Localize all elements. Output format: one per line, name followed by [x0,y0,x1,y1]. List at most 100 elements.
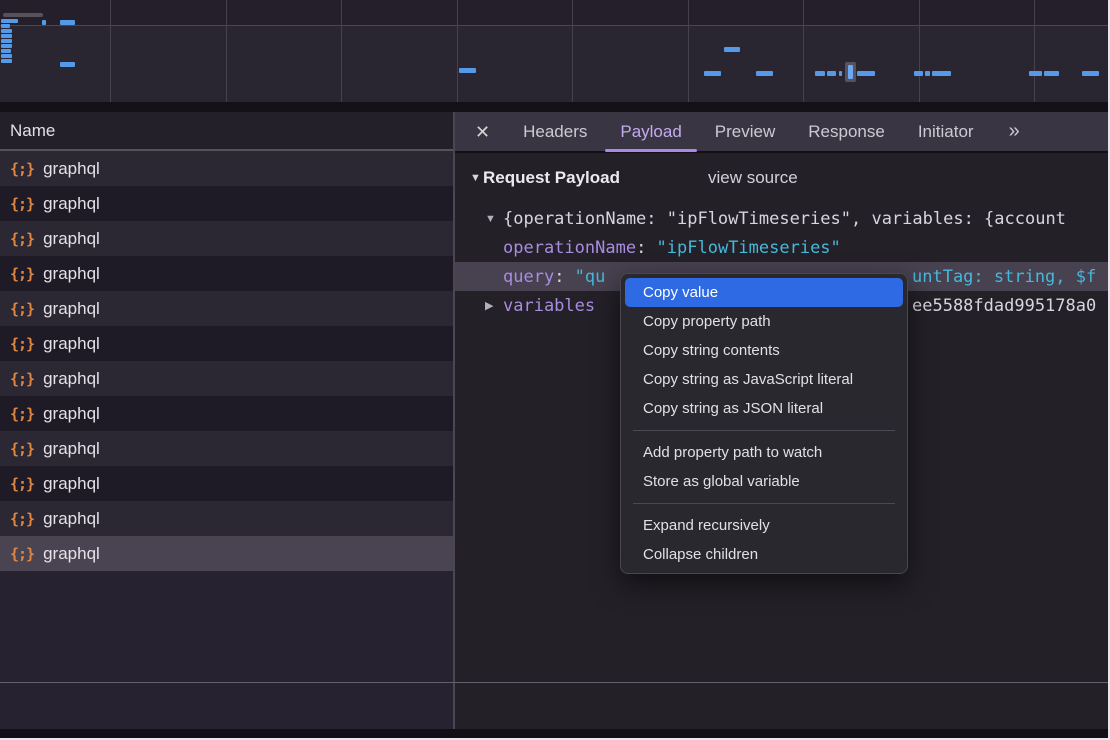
tree-row-operation-name[interactable]: operationName: "ipFlowTimeseries" [455,233,1108,262]
waterfall-bar [1,49,11,53]
root-preview-text: {operationName: "ipFlowTimeseries", vari… [503,209,1066,229]
fetch-icon: {;} [10,300,34,318]
gridline [688,0,689,102]
request-detail-panel: ✕ Headers Payload Preview Response Initiator… [455,112,1108,730]
waterfall-bar [42,20,46,25]
waterfall-bar [914,71,923,76]
context-menu: Copy valueCopy property pathCopy string … [620,273,908,574]
waterfall-bar [1,39,12,43]
fetch-icon: {;} [10,440,34,458]
key-separator: : [636,238,656,258]
bottom-strip [0,729,1108,738]
gridline [572,0,573,102]
bottom-divider [0,682,1108,683]
waterfall-bar [1,19,18,23]
waterfall-bar [60,20,75,25]
request-row[interactable]: {;}graphql [0,396,453,431]
request-name: graphql [43,509,100,529]
variables-preview-clipped: ee5588fdad995178a0 [912,296,1096,316]
property-key: operationName [503,238,636,258]
fetch-icon: {;} [10,405,34,423]
gridline [341,0,342,102]
query-value-clipped: untTag: string, $f [912,267,1096,287]
overview-ruler [0,0,1108,26]
request-row[interactable]: {;} graphql [0,501,453,536]
tree-row-root-preview[interactable]: ▼ {operationName: "ipFlowTimeseries", va… [455,204,1108,233]
waterfall-bar [815,71,825,76]
menu-separator [633,430,895,431]
collapse-triangle-icon[interactable]: ▼ [485,213,496,225]
request-row[interactable]: {;} graphql [0,536,453,571]
request-name: graphql [43,544,100,564]
menu-item-collapse-children[interactable]: Collapse children [625,540,903,569]
key-separator: : [554,267,574,287]
request-row[interactable]: {;} graphql [0,221,453,256]
request-name: graphql [43,369,100,389]
tab-preview[interactable]: Preview [715,113,775,151]
menu-item-copy-property-path[interactable]: Copy property path [625,307,903,336]
fetch-icon: {;} [10,475,34,493]
menu-item-copy-string-as-javascript-literal[interactable]: Copy string as JavaScript literal [625,365,903,394]
gridline [803,0,804,102]
request-row[interactable]: {;} graphql [0,291,453,326]
waterfall-bar [1,59,12,63]
waterfall-bar [1,54,12,58]
waterfall-bar [1082,71,1099,76]
waterfall-bar [827,71,836,76]
fetch-icon: {;} [10,545,34,563]
expand-triangle-icon[interactable]: ▶ [485,299,493,312]
waterfall-bar [756,71,773,76]
menu-item-add-property-path-to-watch[interactable]: Add property path to watch [625,438,903,467]
waterfall-bar [60,62,75,67]
request-name: graphql [43,334,100,354]
menu-separator [633,503,895,504]
fetch-icon: {;} [10,265,34,283]
menu-item-copy-string-as-json-literal[interactable]: Copy string as JSON literal [625,394,903,423]
column-header-label: Name [10,121,55,141]
fetch-icon: {;} [10,510,34,528]
request-row[interactable]: {;} graphql [0,466,453,501]
request-name: graphql [43,474,100,494]
overview-scrubber[interactable] [845,62,856,82]
detail-tabbar: ✕ Headers Payload Preview Response Initiator… [455,112,1108,153]
property-value: "qu [575,267,606,287]
menu-item-store-as-global-variable[interactable]: Store as global variable [625,467,903,496]
property-value: "ipFlowTimeseries" [657,238,841,258]
gridline [110,0,111,102]
tab-headers[interactable]: Headers [523,113,587,151]
more-tabs-icon[interactable]: » [1009,120,1018,143]
request-payload-section[interactable]: ▼ Request Payload view source [455,165,1108,191]
tab-response[interactable]: Response [808,113,885,151]
waterfall-bar [1,34,12,38]
waterfall-bar [1,29,12,33]
devtools-network-panel: Name {;}graphql{;}graphql{;}graphql{;}gr… [0,0,1108,738]
section-collapse-icon[interactable]: ▼ [470,172,481,184]
waterfall-bar [839,71,842,76]
scrubber-bar [848,65,853,79]
network-overview-timeline[interactable] [0,0,1108,102]
request-row[interactable]: {;}graphql [0,326,453,361]
waterfall-bar [704,71,721,76]
view-source-link[interactable]: view source [708,168,798,188]
menu-item-copy-string-contents[interactable]: Copy string contents [625,336,903,365]
tab-payload[interactable]: Payload [620,113,681,151]
request-name: graphql [43,264,100,284]
request-row[interactable]: {;} graphql [0,256,453,291]
menu-item-copy-value[interactable]: Copy value [625,278,903,307]
fetch-icon: {;} [10,230,34,248]
request-name: graphql [43,299,100,319]
request-row[interactable]: {;} graphql [0,361,453,396]
request-row[interactable]: {;}graphql [0,186,453,221]
request-row[interactable]: {;}graphql [0,151,453,186]
close-icon[interactable]: ✕ [475,123,490,141]
fetch-icon: {;} [10,370,34,388]
request-name: graphql [43,229,100,249]
request-row[interactable]: {;}graphql [0,431,453,466]
waterfall-bar [925,71,930,76]
fetch-icon: {;} [10,195,34,213]
column-header-name[interactable]: Name [0,112,453,151]
tab-initiator[interactable]: Initiator [918,113,974,151]
waterfall-bar [1029,71,1042,76]
menu-item-expand-recursively[interactable]: Expand recursively [625,511,903,540]
request-list: {;} graphql {;} graphql {;} graphql {;} graphql… [0,151,453,571]
